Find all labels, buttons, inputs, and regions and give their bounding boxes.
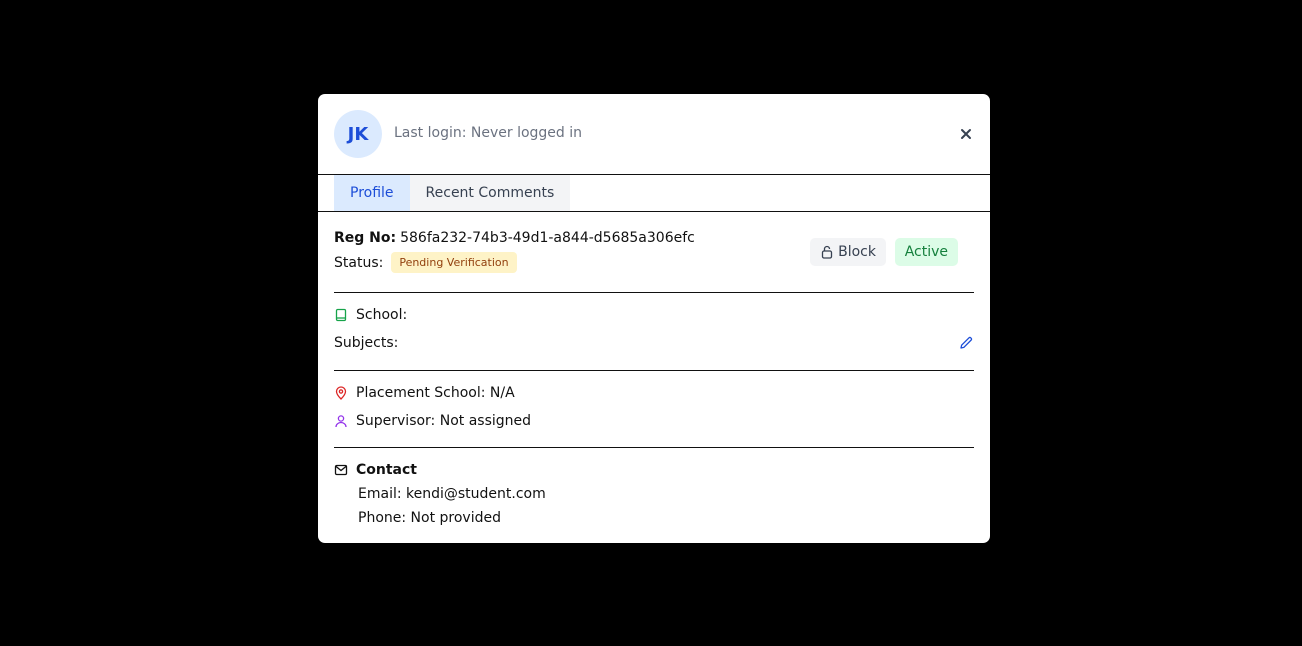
close-button[interactable] (956, 124, 976, 144)
block-button[interactable]: Block (810, 238, 886, 266)
supervisor-row: Supervisor: Not assigned (334, 413, 531, 429)
modal-header: JK Last login: Never logged in (318, 94, 990, 175)
avatar: JK (334, 110, 382, 158)
phone-row: Phone: Not provided (358, 510, 501, 526)
user-icon (335, 415, 347, 428)
last-login-text: Last login: Never logged in (394, 125, 583, 141)
placement-school-row: Placement School: N/A (334, 385, 515, 401)
placement-school-text: Placement School: N/A (356, 385, 515, 401)
contact-section: Contact Email: kendi@student.com Phone: … (334, 448, 974, 538)
reg-no-row: Reg No: 586fa232-74b3-49d1-a844-d5685a30… (334, 230, 695, 246)
tab-profile[interactable]: Profile (334, 175, 410, 211)
school-label: School: (356, 307, 408, 323)
active-button[interactable]: Active (894, 238, 958, 266)
mail-icon (334, 464, 348, 476)
student-profile-modal: JK Last login: Never logged in Profile R… (318, 94, 990, 543)
status-badge: Pending Verification (391, 252, 517, 273)
contact-title: Contact (356, 462, 417, 478)
subjects-label: Subjects: (334, 335, 399, 351)
placement-section: Placement School: N/A Supervisor: Not as… (334, 371, 974, 448)
close-icon (961, 129, 971, 139)
pencil-icon (960, 336, 973, 349)
tab-recent-comments[interactable]: Recent Comments (409, 175, 571, 211)
email-text: Email: kendi@student.com (358, 486, 546, 502)
phone-text: Phone: Not provided (358, 510, 501, 526)
subjects-row: Subjects: (334, 335, 398, 351)
unlock-icon (821, 245, 833, 259)
academic-section: School: Subjects: (334, 293, 974, 371)
edit-subjects-button[interactable] (958, 335, 974, 351)
profile-content: Reg No: 586fa232-74b3-49d1-a844-d5685a30… (318, 212, 990, 538)
registration-section: Reg No: 586fa232-74b3-49d1-a844-d5685a30… (334, 212, 974, 293)
contact-header-row: Contact (334, 462, 417, 478)
supervisor-text: Supervisor: Not assigned (356, 413, 532, 429)
email-row: Email: kendi@student.com (358, 486, 546, 502)
block-label: Block (838, 244, 876, 260)
tab-bar: Profile Recent Comments (318, 175, 990, 212)
reg-no-label: Reg No: (334, 230, 397, 246)
status-label: Status: (334, 254, 384, 271)
reg-no-value: 586fa232-74b3-49d1-a844-d5685a306efc (400, 230, 695, 246)
status-row: Status: Pending Verification (334, 252, 517, 273)
map-pin-icon (335, 386, 347, 400)
book-icon (335, 308, 347, 322)
school-row: School: (334, 307, 407, 323)
